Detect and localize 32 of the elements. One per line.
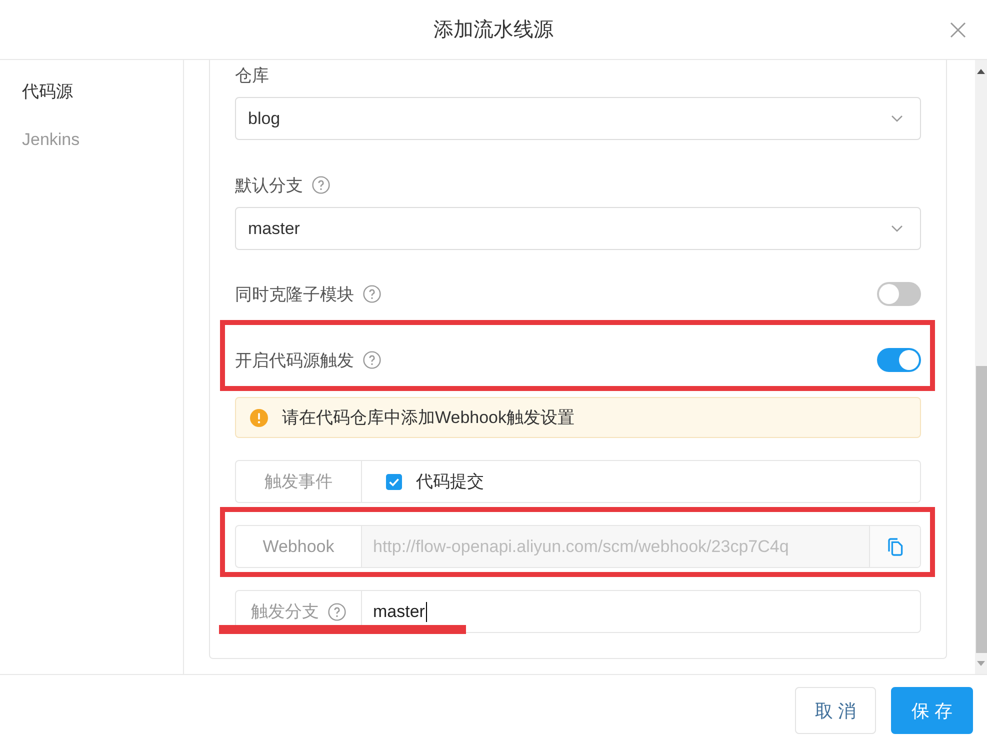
text-input-field[interactable]: master <box>362 591 920 632</box>
sidebar-item[interactable]: 代码源 <box>0 68 183 116</box>
copy-icon <box>887 538 903 556</box>
field-label: Webhook <box>262 536 334 556</box>
select-field[interactable]: master <box>235 207 921 250</box>
checkbox[interactable] <box>386 474 402 490</box>
toggle-switch[interactable] <box>877 348 921 372</box>
help-icon[interactable] <box>312 176 330 194</box>
cancel-button[interactable]: 取消 <box>795 687 876 734</box>
scrollbar-thumb[interactable] <box>976 366 987 653</box>
toggle-switch[interactable] <box>877 282 921 306</box>
field-label: 仓库 <box>235 64 269 86</box>
help-icon[interactable] <box>363 351 381 369</box>
copy-button[interactable] <box>869 526 920 567</box>
help-icon[interactable] <box>328 602 346 620</box>
field-label: 同时克隆子模块 <box>235 284 354 306</box>
field-label: 触发事件 <box>264 471 332 493</box>
scroll-up-icon[interactable] <box>977 69 985 74</box>
dialog-title: 添加流水线源 <box>434 18 554 43</box>
alert-text: 请在代码仓库中添加Webhook触发设置 <box>282 407 575 429</box>
field-label: 触发分支 <box>251 601 319 623</box>
chevron-down-icon <box>891 115 903 122</box>
warning-icon <box>250 408 268 426</box>
option-label: 代码提交 <box>416 471 484 493</box>
scrollbar-track[interactable] <box>975 60 987 674</box>
field-label: 默认分支 <box>235 174 303 196</box>
select-field[interactable]: blog <box>235 97 921 140</box>
chevron-down-icon <box>891 225 903 232</box>
help-icon[interactable] <box>363 285 381 303</box>
scroll-down-icon[interactable] <box>977 661 985 666</box>
field-label: 开启代码源触发 <box>235 350 354 372</box>
close-icon[interactable] <box>950 22 966 38</box>
